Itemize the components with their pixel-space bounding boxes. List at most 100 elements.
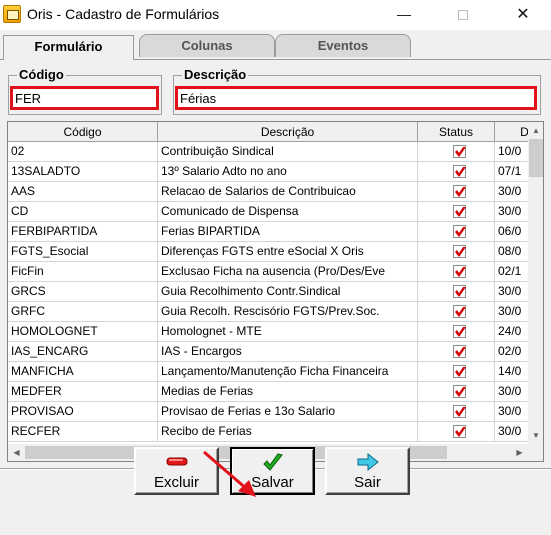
data-cell: 06/0 [495,222,528,242]
window-title: Oris - Cadastro de Formulários [27,6,220,22]
descricao-cell: Exclusao Ficha na ausencia (Pro/Des/Eve [158,262,418,282]
checkmark-icon [455,367,466,377]
scroll-left-icon[interactable]: ◀ [8,444,25,461]
table-row[interactable]: 02 Contribuição Sindical 10/0 [8,142,528,162]
status-checkbox[interactable] [453,365,466,378]
save-check-icon [262,453,283,471]
data-cell: 02/1 [495,262,528,282]
data-cell: 24/0 [495,322,528,342]
checkmark-icon [455,387,466,397]
status-cell [418,422,495,442]
table-row[interactable]: GRCS Guia Recolhimento Contr.Sindical 30/0 [8,282,528,302]
delete-minus-icon [166,457,187,466]
checkmark-icon [455,147,466,157]
codigo-cell: GRFC [8,302,158,322]
salvar-button[interactable]: Salvar [230,447,315,495]
salvar-label: Salvar [251,474,294,491]
status-checkbox[interactable] [453,285,466,298]
table-row[interactable]: 13SALADTO 13º Salario Adto no ano 07/1 [8,162,528,182]
forms-grid[interactable]: Código Descrição Status D 02 Contribuição… [7,121,544,462]
status-cell [418,402,495,422]
status-checkbox[interactable] [453,245,466,258]
status-checkbox[interactable] [453,145,466,158]
checkmark-icon [455,187,466,197]
codigo-cell: HOMOLOGNET [8,322,158,342]
codigo-cell: MEDFER [8,382,158,402]
status-checkbox[interactable] [453,265,466,278]
status-cell [418,282,495,302]
maximize-button[interactable] [440,0,486,30]
column-header-status[interactable]: Status [418,122,495,142]
column-header-codigo[interactable]: Código [8,122,158,142]
codigo-cell: GRCS [8,282,158,302]
checkmark-icon [455,307,466,317]
status-checkbox[interactable] [453,225,466,238]
codigo-cell: FGTS_Esocial [8,242,158,262]
table-row[interactable]: FGTS_Esocial Diferenças FGTS entre eSocia… [8,242,528,262]
checkmark-icon [455,327,466,337]
status-checkbox[interactable] [453,385,466,398]
status-cell [418,302,495,322]
tab-eventos[interactable]: Eventos [275,34,411,57]
status-checkbox[interactable] [453,345,466,358]
codigo-cell: RECFER [8,422,158,442]
descricao-input[interactable] [175,86,537,110]
scroll-up-icon[interactable]: ▲ [528,122,543,139]
scroll-right-icon[interactable]: ▶ [511,444,528,461]
close-button[interactable]: ✕ [500,0,546,30]
checkmark-icon [455,207,466,217]
vertical-scrollbar[interactable]: ▲ ▼ [528,122,543,444]
status-cell [418,162,495,182]
checkmark-icon [455,227,466,237]
tab-formulario[interactable]: Formulário [3,35,134,60]
status-cell [418,382,495,402]
maximize-icon [458,10,468,21]
scroll-down-icon[interactable]: ▼ [528,427,543,444]
checkmark-icon [455,347,466,357]
status-cell [418,242,495,262]
table-row[interactable]: MEDFER Medias de Ferias 30/0 [8,382,528,402]
tab-colunas[interactable]: Colunas [139,34,275,57]
table-row[interactable]: GRFC Guia Recolh. Rescisório FGTS/Prev.So… [8,302,528,322]
table-row[interactable]: FERBIPARTIDA Ferias BIPARTIDA 06/0 [8,222,528,242]
status-checkbox[interactable] [453,425,466,438]
status-cell [418,222,495,242]
data-cell: 14/0 [495,362,528,382]
status-checkbox[interactable] [453,205,466,218]
table-row[interactable]: PROVISAO Provisao de Ferias e 13o Salario… [8,402,528,422]
descricao-cell: IAS - Encargos [158,342,418,362]
table-row[interactable]: RECFER Recibo de Ferias 30/0 [8,422,528,442]
descricao-cell: Medias de Ferias [158,382,418,402]
codigo-cell: CD [8,202,158,222]
status-checkbox[interactable] [453,305,466,318]
table-row[interactable]: CD Comunicado de Dispensa 30/0 [8,202,528,222]
excluir-label: Excluir [153,474,199,491]
descricao-cell: Provisao de Ferias e 13o Salario [158,402,418,422]
table-row[interactable]: AAS Relacao de Salarios de Contribuicao 30… [8,182,528,202]
column-header-descricao[interactable]: Descrição [158,122,418,142]
codigo-cell: FERBIPARTIDA [8,222,158,242]
minimize-button[interactable]: — [381,0,427,30]
codigo-label: Código [17,67,66,82]
codigo-input[interactable] [10,86,159,110]
checkmark-icon [455,267,466,277]
status-checkbox[interactable] [453,185,466,198]
sair-label: Sair [354,474,381,491]
vertical-scroll-thumb[interactable] [529,139,543,177]
descricao-label: Descrição [182,67,249,82]
codigo-cell: FicFin [8,262,158,282]
table-row[interactable]: HOMOLOGNET Homolognet - MTE 24/0 [8,322,528,342]
status-cell [418,342,495,362]
descricao-cell: Diferenças FGTS entre eSocial X Oris [158,242,418,262]
status-checkbox[interactable] [453,165,466,178]
exit-arrow-icon [357,452,379,472]
status-checkbox[interactable] [453,405,466,418]
status-checkbox[interactable] [453,325,466,338]
excluir-button[interactable]: Excluir [134,447,219,495]
table-row[interactable]: IAS_ENCARG IAS - Encargos 02/0 [8,342,528,362]
checkmark-icon [455,247,466,257]
descricao-cell: Ferias BIPARTIDA [158,222,418,242]
sair-button[interactable]: Sair [325,447,410,495]
table-row[interactable]: MANFICHA Lançamento/Manutenção Ficha Fina… [8,362,528,382]
table-row[interactable]: FicFin Exclusao Ficha na ausencia (Pro/De… [8,262,528,282]
